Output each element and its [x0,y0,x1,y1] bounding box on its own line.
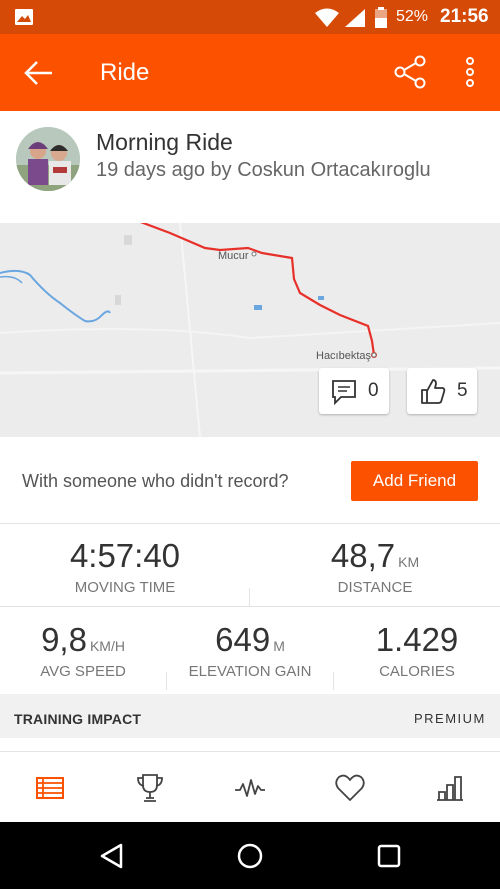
activity-title: Morning Ride [96,129,233,155]
back-arrow-icon[interactable] [22,56,56,90]
comment-icon [332,380,356,405]
avg-speed-unit: KM/H [89,638,125,654]
image-icon [15,9,33,25]
wifi-icon [315,8,339,27]
stat-elevation: 649 M ELEVATION GAIN [166,621,334,680]
battery-icon [375,7,387,28]
add-friend-section: With someone who didn't record? Add Frie… [0,437,500,524]
premium-badge: PREMIUM [414,711,486,726]
divider [249,588,250,606]
avatar[interactable] [16,127,80,191]
elevation-label: ELEVATION GAIN [188,663,312,680]
thumbs-up-icon [421,379,446,404]
activity-subtitle: 19 days ago by Coskun Ortacakıroglu [96,159,431,181]
kudos-count: 5 [457,380,468,401]
app-bar: Ride [0,34,500,111]
stats-icon[interactable] [434,772,466,804]
divider [166,672,167,690]
moving-time-label: MOVING TIME [74,579,176,596]
trophy-icon[interactable] [134,772,166,804]
distance-label: DISTANCE [337,579,413,596]
avg-speed-value: 9,8 [41,621,87,658]
home-icon[interactable] [235,841,265,871]
activity-header: Morning Ride 19 days ago by Coskun Ortac… [0,111,500,223]
calories-value: 1.429 [375,621,459,658]
elevation-unit: M [273,638,285,654]
training-impact-title: TRAINING IMPACT [14,711,142,727]
stat-distance: 48,7 KM DISTANCE [272,537,478,596]
comments-button[interactable]: 0 [319,368,389,414]
more-icon[interactable] [458,54,482,90]
recents-icon[interactable] [374,841,404,871]
stat-moving-time: 4:57:40 MOVING TIME [22,537,228,596]
add-friend-button[interactable]: Add Friend [351,461,478,501]
distance-value: 48,7 [330,537,396,574]
comments-count: 0 [368,380,379,401]
distance-unit: KM [398,554,420,570]
stat-avg-speed: 9,8 KM/H AVG SPEED [0,621,166,680]
activity-icon[interactable] [234,772,266,804]
divider [333,672,334,690]
heart-icon[interactable] [334,772,366,804]
signal-icon [345,9,365,27]
town-label-mucur: Mucur [218,250,249,262]
feed-icon[interactable] [34,772,66,804]
avg-speed-label: AVG SPEED [40,663,126,680]
town-label-hacibektas: Hacıbektaş [316,350,372,362]
divider [0,606,500,607]
status-bar: 52% 21:56 [0,0,500,34]
elevation-value: 649 [215,621,271,658]
kudos-button[interactable]: 5 [407,368,477,414]
system-nav-bar [0,822,500,889]
stat-calories: 1.429 CALORIES [334,621,500,680]
clock: 21:56 [440,6,489,27]
friend-prompt: With someone who didn't record? [22,471,289,491]
training-impact-header[interactable]: TRAINING IMPACT PREMIUM [0,694,500,738]
share-icon[interactable] [392,54,428,90]
moving-time-value: 4:57:40 [69,537,181,574]
page-title: Ride [100,59,150,86]
back-icon[interactable] [97,841,127,871]
calories-label: CALORIES [379,663,455,680]
bottom-nav [0,752,500,822]
battery-percentage: 52% [396,8,429,25]
content-edge [0,738,500,752]
